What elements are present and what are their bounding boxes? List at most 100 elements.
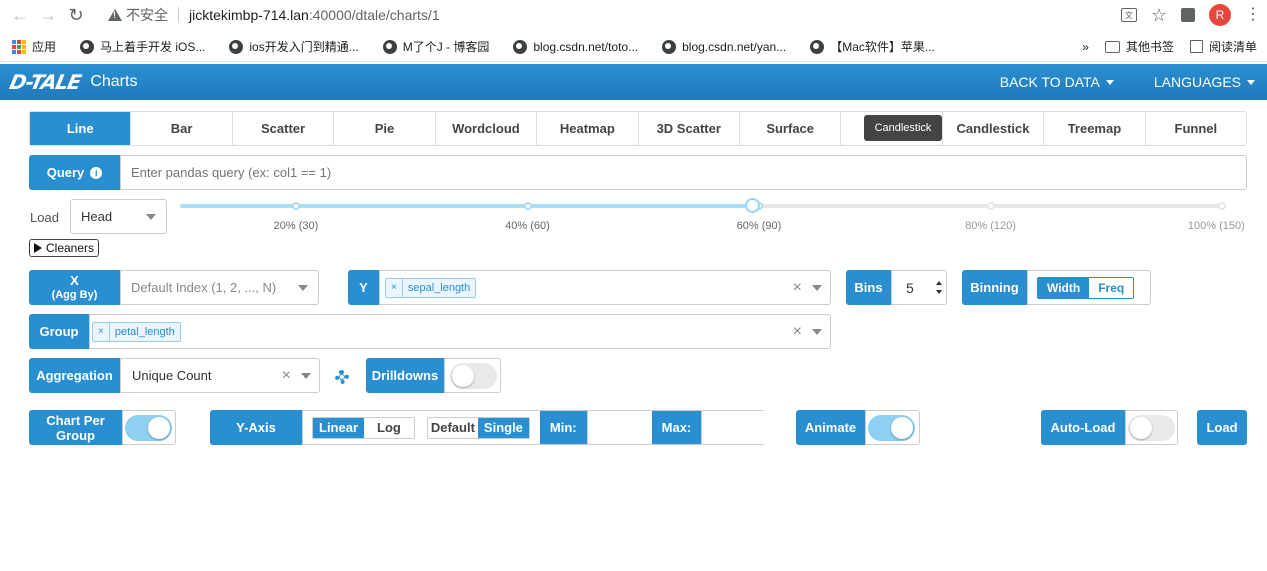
number-spinner[interactable]	[936, 281, 942, 294]
tab-pie[interactable]: Pie	[334, 112, 436, 145]
bookmark-item[interactable]: 【Mac软件】苹果...	[796, 35, 945, 59]
browser-toolbar: ← → ↻ 不安全 jicktekimbp-714.lan:40000/dtal…	[0, 0, 1267, 30]
query-label: Query i	[29, 155, 120, 190]
bins-input[interactable]: 5	[891, 270, 947, 305]
clear-icon[interactable]: ×	[793, 323, 802, 341]
address-bar[interactable]: 不安全 jicktekimbp-714.lan:40000/dtale/char…	[108, 3, 1170, 27]
bookmarks-bar: 应用 马上着手开发 iOS... ios开发入门到精通... M了个J - 博客…	[0, 32, 1267, 62]
slider-mark-label: 40% (60)	[505, 220, 550, 232]
forward-arrow-icon[interactable]: →	[34, 1, 62, 29]
chip-remove-icon[interactable]: ×	[386, 278, 403, 297]
query-input[interactable]	[120, 155, 1247, 190]
browser-tools: 文 ☆ R ⋮	[1120, 3, 1261, 27]
slider-dot[interactable]	[292, 202, 300, 210]
bookmark-item[interactable]: blog.csdn.net/toto...	[499, 35, 648, 59]
header-menu: BACK TO DATA LANGUAGES	[972, 64, 1267, 100]
load-slider-handle[interactable]	[745, 198, 760, 213]
binning-label: Binning	[962, 270, 1027, 305]
dropdown-caret-icon[interactable]	[301, 372, 311, 379]
slider-dot[interactable]	[986, 202, 995, 210]
globe-icon	[382, 39, 397, 54]
tab-3d-scatter[interactable]: 3D Scatter	[639, 112, 740, 145]
tab-scatter[interactable]: Scatter	[233, 112, 335, 145]
bookmark-star-icon[interactable]: ☆	[1151, 5, 1167, 26]
back-arrow-icon[interactable]: ←	[6, 1, 34, 29]
slider-dot[interactable]	[1218, 202, 1226, 210]
tab-line[interactable]: Line	[30, 112, 132, 145]
back-to-data-menu[interactable]: BACK TO DATA	[972, 74, 1126, 90]
y-label: Y	[348, 270, 379, 305]
auto-load-label: Auto-Load	[1041, 410, 1125, 445]
y-select[interactable]: × sepal_length ×	[379, 270, 831, 305]
clear-icon[interactable]: ×	[282, 367, 291, 385]
warning-icon	[108, 9, 122, 21]
auto-load-box	[1125, 410, 1178, 445]
dropdown-caret-icon	[146, 213, 156, 220]
triangle-right-icon	[34, 243, 42, 253]
slider-mark-label: 80% (120)	[965, 220, 1016, 232]
y-axis-scale-toggle: Linear Log	[312, 416, 415, 439]
aggregation-select[interactable]: Unique Count ×	[120, 358, 320, 393]
profile-avatar[interactable]: R	[1209, 4, 1231, 26]
slider-dot[interactable]	[523, 202, 532, 210]
tab-heatmap[interactable]: Heatmap	[537, 112, 639, 145]
spin-up-icon[interactable]	[936, 281, 942, 285]
tab-wordcloud[interactable]: Wordcloud	[436, 112, 538, 145]
clear-icon[interactable]: ×	[793, 279, 802, 297]
bins-label: Bins	[846, 270, 891, 305]
animate-toggle[interactable]	[868, 414, 915, 441]
info-icon[interactable]: i	[90, 166, 103, 179]
scale-log-option[interactable]: Log	[364, 418, 414, 438]
x-select[interactable]: Default Index (1, 2, ..., N)	[120, 270, 319, 305]
browser-menu-icon[interactable]: ⋮	[1245, 7, 1261, 23]
tab-treemap[interactable]: Treemap	[1044, 112, 1146, 145]
load-slider-fill	[180, 204, 752, 208]
y-chip: × sepal_length	[385, 277, 477, 298]
dropdown-caret-icon[interactable]	[812, 328, 822, 335]
reading-list[interactable]: 阅读清单	[1182, 35, 1261, 59]
bookmarks-more-chevron[interactable]: »	[1074, 35, 1097, 59]
bookmark-item[interactable]: ios开发入门到精通...	[215, 35, 368, 59]
y-axis-controls: Linear Log Default Single Min: Max:	[302, 410, 767, 445]
group-select[interactable]: × petal_length ×	[89, 314, 831, 349]
reload-icon[interactable]: ↻	[62, 1, 90, 29]
languages-menu[interactable]: LANGUAGES	[1126, 74, 1267, 90]
load-select[interactable]: Head	[70, 199, 167, 234]
cleaners-toggle[interactable]: Cleaners	[29, 239, 100, 257]
tab-bar[interactable]: Bar	[131, 112, 233, 145]
auto-load-toggle[interactable]	[1128, 414, 1175, 441]
bookmark-item[interactable]: blog.csdn.net/yan...	[648, 35, 796, 59]
group-chip: × petal_length	[92, 321, 181, 342]
drilldowns-box	[444, 358, 501, 393]
security-warning[interactable]: 不安全	[108, 5, 168, 25]
y-min-input[interactable]	[586, 411, 652, 444]
dropdown-caret-icon[interactable]	[812, 284, 822, 291]
bookmark-apps[interactable]: 应用	[0, 35, 66, 59]
tab-candlestick[interactable]: Candlestick	[943, 112, 1045, 145]
binning-freq-option[interactable]: Freq	[1089, 277, 1134, 298]
binning-width-option[interactable]: Width	[1038, 277, 1090, 298]
tab-funnel[interactable]: Funnel	[1146, 112, 1246, 145]
bookmark-item[interactable]: 马上着手开发 iOS...	[66, 35, 215, 59]
chip-remove-icon[interactable]: ×	[93, 322, 110, 341]
bookmark-other[interactable]: 其他书签	[1097, 35, 1182, 59]
spin-down-icon[interactable]	[936, 290, 942, 294]
chart-per-group-box	[122, 410, 176, 445]
chart-type-tabs: Line Bar Scatter Pie Wordcloud Heatmap 3D Scat…	[29, 111, 1247, 146]
globe-icon	[513, 39, 528, 54]
drilldowns-label: Drilldowns	[366, 358, 444, 393]
tab-surface[interactable]: Surface	[740, 112, 842, 145]
y-axis-mode-toggle: Default Single	[426, 416, 530, 439]
extensions-icon[interactable]	[1181, 8, 1195, 22]
bookmark-item[interactable]: M了个J - 博客园	[369, 35, 500, 59]
mode-single-option[interactable]: Single	[477, 417, 529, 438]
animate-label: Animate	[796, 410, 865, 445]
gear-icon[interactable]	[335, 370, 349, 384]
drilldowns-toggle[interactable]	[450, 362, 497, 389]
scale-linear-option[interactable]: Linear	[313, 417, 365, 438]
mode-default-option[interactable]: Default	[428, 418, 478, 438]
y-max-input[interactable]	[701, 411, 767, 444]
translate-icon[interactable]: 文	[1120, 8, 1137, 22]
chart-per-group-toggle[interactable]	[125, 414, 172, 441]
load-button[interactable]: Load	[1197, 410, 1247, 445]
